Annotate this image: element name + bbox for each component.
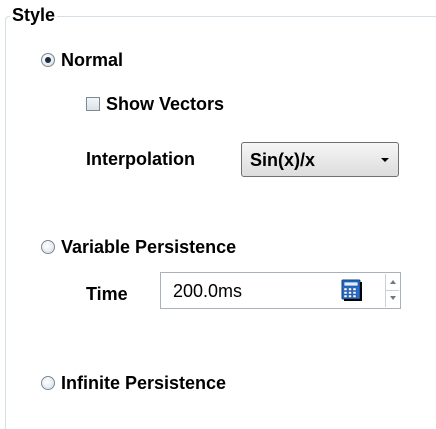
spin-up-icon[interactable] xyxy=(386,274,399,291)
show-vectors-checkbox-box[interactable] xyxy=(86,97,100,111)
interpolation-selected-value: Sin(x)/x xyxy=(250,149,316,170)
interpolation-label: Interpolation xyxy=(86,149,195,169)
style-panel: Style Normal Show Vectors Interpolation … xyxy=(0,0,436,429)
checkbox-show-vectors[interactable]: Show Vectors xyxy=(86,93,224,115)
show-vectors-label: Show Vectors xyxy=(106,94,225,114)
time-label: Time xyxy=(86,284,128,304)
interpolation-dropdown[interactable]: Sin(x)/x xyxy=(241,142,399,177)
radio-variable-persistence-indicator[interactable] xyxy=(41,240,55,254)
radio-variable-persistence-label: Variable Persistence xyxy=(61,237,237,257)
radio-normal-label: Normal xyxy=(61,50,124,70)
time-row: Time xyxy=(86,283,128,305)
radio-variable-persistence[interactable]: Variable Persistence xyxy=(41,236,236,258)
calculator-icon[interactable] xyxy=(341,279,363,301)
time-spinner[interactable] xyxy=(385,274,399,307)
radio-selected-dot xyxy=(45,57,51,63)
style-group-title: Style xyxy=(10,4,58,26)
style-group-box xyxy=(5,16,436,429)
spin-down-icon[interactable] xyxy=(386,290,399,306)
chevron-down-icon xyxy=(381,158,389,162)
time-value: 200.0ms xyxy=(173,281,243,301)
radio-infinite-persistence[interactable]: Infinite Persistence xyxy=(41,372,226,394)
radio-infinite-persistence-label: Infinite Persistence xyxy=(61,373,227,393)
time-input[interactable]: 200.0ms xyxy=(160,272,401,309)
interpolation-row: Interpolation xyxy=(86,148,195,170)
radio-normal[interactable]: Normal xyxy=(41,49,123,71)
radio-infinite-persistence-indicator[interactable] xyxy=(41,376,55,390)
radio-normal-indicator[interactable] xyxy=(41,53,55,67)
